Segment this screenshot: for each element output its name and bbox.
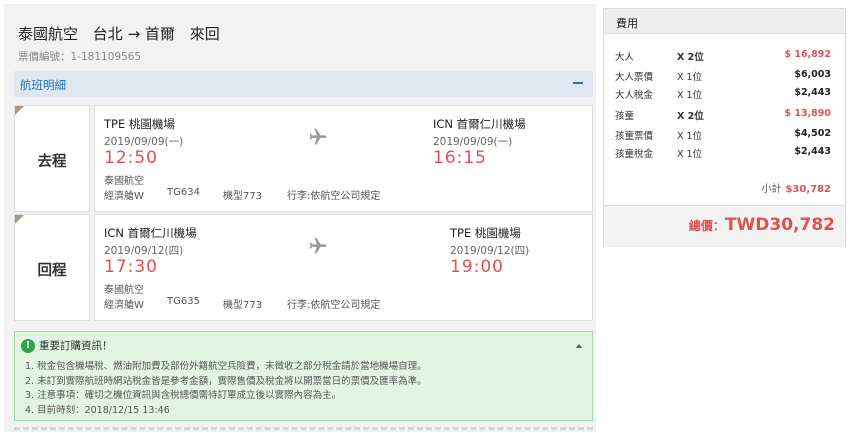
airplane-icon [309,237,327,254]
arrival-date: 2019/09/12(四) [450,245,530,257]
notice-item: 4. 目前時刻：2018/12/15 13:46 [25,404,170,416]
cabin-class: 經濟艙W [104,191,144,202]
fee-qty: X 1位 [677,72,703,83]
fee-label: 大人 [615,52,635,63]
ticket-number: 票價編號：1-181109565 [18,49,141,64]
fee-amount: $2,443 [794,87,831,98]
notice-list: 1. 稅金包含機場稅、燃油附加費及部份外籍航空兵險費，未徵收之部分稅金請於當地機… [25,360,427,418]
notice-title: 重要訂購資訊！ [39,340,113,352]
notice-header[interactable]: ! 重要訂購資訊！ [21,338,113,353]
fee-row-child: 孩童 X 2位 $ 13,890 [604,108,845,122]
flight-number: TG635 [167,296,200,307]
total-label: 總價： [688,219,725,233]
subtotal: 小計 $30,782 [761,180,831,195]
operating-airline: 泰國航空 [104,285,144,296]
fee-row-adult-tax: 大人稅金 X 1位 $2,443 [604,87,845,101]
collapse-icon[interactable] [573,82,583,84]
header-airline: 泰國航空 [18,25,79,43]
caret-up-icon[interactable] [576,344,582,348]
baggage-info: 行李:依航空公司規定 [287,191,381,202]
fee-amount: $ 16,892 [784,49,831,60]
ticket-label: 票價編號： [18,51,71,63]
header-route: 台北 → 首爾 [92,25,175,43]
arrival-airport: TPE 桃園機場 [450,226,521,240]
fee-qty: X 1位 [677,131,703,142]
flight-panel: 泰國航空 台北 → 首爾 來回 票價編號：1-181109565 航班明細 去程… [4,4,596,432]
notice-item: 3. 注意事項：確切之機位資訊與含稅總價需待訂單成立後以實際內容為主。 [25,390,342,401]
departure-airport: TPE 桃園機場 [104,117,175,131]
aircraft-type: 機型773 [223,300,263,311]
fee-row-adult: 大人 X 2位 $ 16,892 [604,49,845,63]
fee-label: 孩童票價 [615,131,654,142]
flight-details-section-header[interactable]: 航班明細 [14,71,593,97]
fee-qty: X 2位 [677,52,704,63]
fee-label: 孩童稅金 [615,149,654,160]
fee-panel: 費用 大人 X 2位 $ 16,892 大人票價 X 1位 $6,003 大人稅… [603,8,846,247]
flight-number: TG634 [167,187,200,198]
fee-qty: X 2位 [677,111,704,122]
subtotal-value: $30,782 [785,184,831,195]
outbound-flight: 去程 TPE 桃園機場 2019/09/09(一) 12:50 ICN 首爾仁川… [14,105,593,212]
important-notice: ! 重要訂購資訊！ 1. 稅金包含機場稅、燃油附加費及部份外籍航空兵險費，未徵收之… [14,331,593,421]
baggage-info: 行李:依航空公司規定 [287,300,381,311]
notice-item: 1. 稅金包含機場稅、燃油附加費及部份外籍航空兵險費，未徵收之部分稅金請於當地機… [25,361,427,372]
fee-amount: $4,502 [794,128,831,139]
operating-airline: 泰國航空 [104,176,144,187]
fee-label: 大人票價 [615,72,654,83]
subtotal-label: 小計 [761,184,782,195]
arrival-time: 16:15 [433,148,487,168]
trip-header: 泰國航空 台北 → 首爾 來回 [18,23,230,44]
departure-date: 2019/09/12(四) [104,245,184,257]
direction-box: 回程 [14,214,90,321]
fee-qty: X 1位 [677,90,703,101]
fee-label: 孩童 [615,111,635,122]
flight-info: TPE 桃園機場 2019/09/09(一) 12:50 ICN 首爾仁川機場 … [94,105,593,212]
exclamation-icon: ! [21,339,35,353]
airplane-icon [309,128,327,145]
cabin-class: 經濟艙W [104,300,144,311]
arrival-time: 19:00 [450,257,504,277]
direction-box: 去程 [14,105,90,212]
fee-amount: $ 13,890 [784,108,831,119]
aircraft-type: 機型773 [223,191,263,202]
section-title: 航班明細 [20,78,66,92]
fee-header: 費用 [604,9,845,34]
return-flight: 回程 ICN 首爾仁川機場 2019/09/12(四) 17:30 TPE 桃園… [14,214,593,321]
departure-time: 12:50 [104,148,158,168]
flight-info: ICN 首爾仁川機場 2019/09/12(四) 17:30 TPE 桃園機場 … [94,214,593,321]
total-value: TWD30,782 [724,215,835,235]
arrival-date: 2019/09/09(一) [433,136,513,148]
fee-qty: X 1位 [677,149,703,160]
fee-row-child-fare: 孩童票價 X 1位 $4,502 [604,128,845,142]
departure-date: 2019/09/09(一) [104,136,184,148]
departure-airport: ICN 首爾仁川機場 [104,226,197,240]
arrival-airport: ICN 首爾仁川機場 [433,117,526,131]
fee-amount: $2,443 [794,146,831,157]
fee-amount: $6,003 [794,69,831,80]
dashed-divider [14,427,593,431]
fee-row-adult-fare: 大人票價 X 1位 $6,003 [604,69,845,83]
total-price: 總價：TWD30,782 [689,215,835,235]
direction-label: 回程 [37,263,67,279]
total-bar: 總價：TWD30,782 [604,205,845,247]
corner-marker [15,215,24,224]
fee-title: 費用 [616,17,638,30]
departure-time: 17:30 [104,257,158,277]
header-trip-type: 來回 [189,25,220,43]
fee-row-child-tax: 孩童稅金 X 1位 $2,443 [604,146,845,160]
fee-label: 大人稅金 [615,90,654,101]
ticket-code: 1-181109565 [70,51,142,63]
direction-label: 去程 [37,154,67,170]
notice-item: 2. 未訂到實際航班時網站稅金皆是參考金額，實際售價及稅金將以開票當日的票價及匯… [25,375,427,387]
corner-marker [15,106,24,115]
